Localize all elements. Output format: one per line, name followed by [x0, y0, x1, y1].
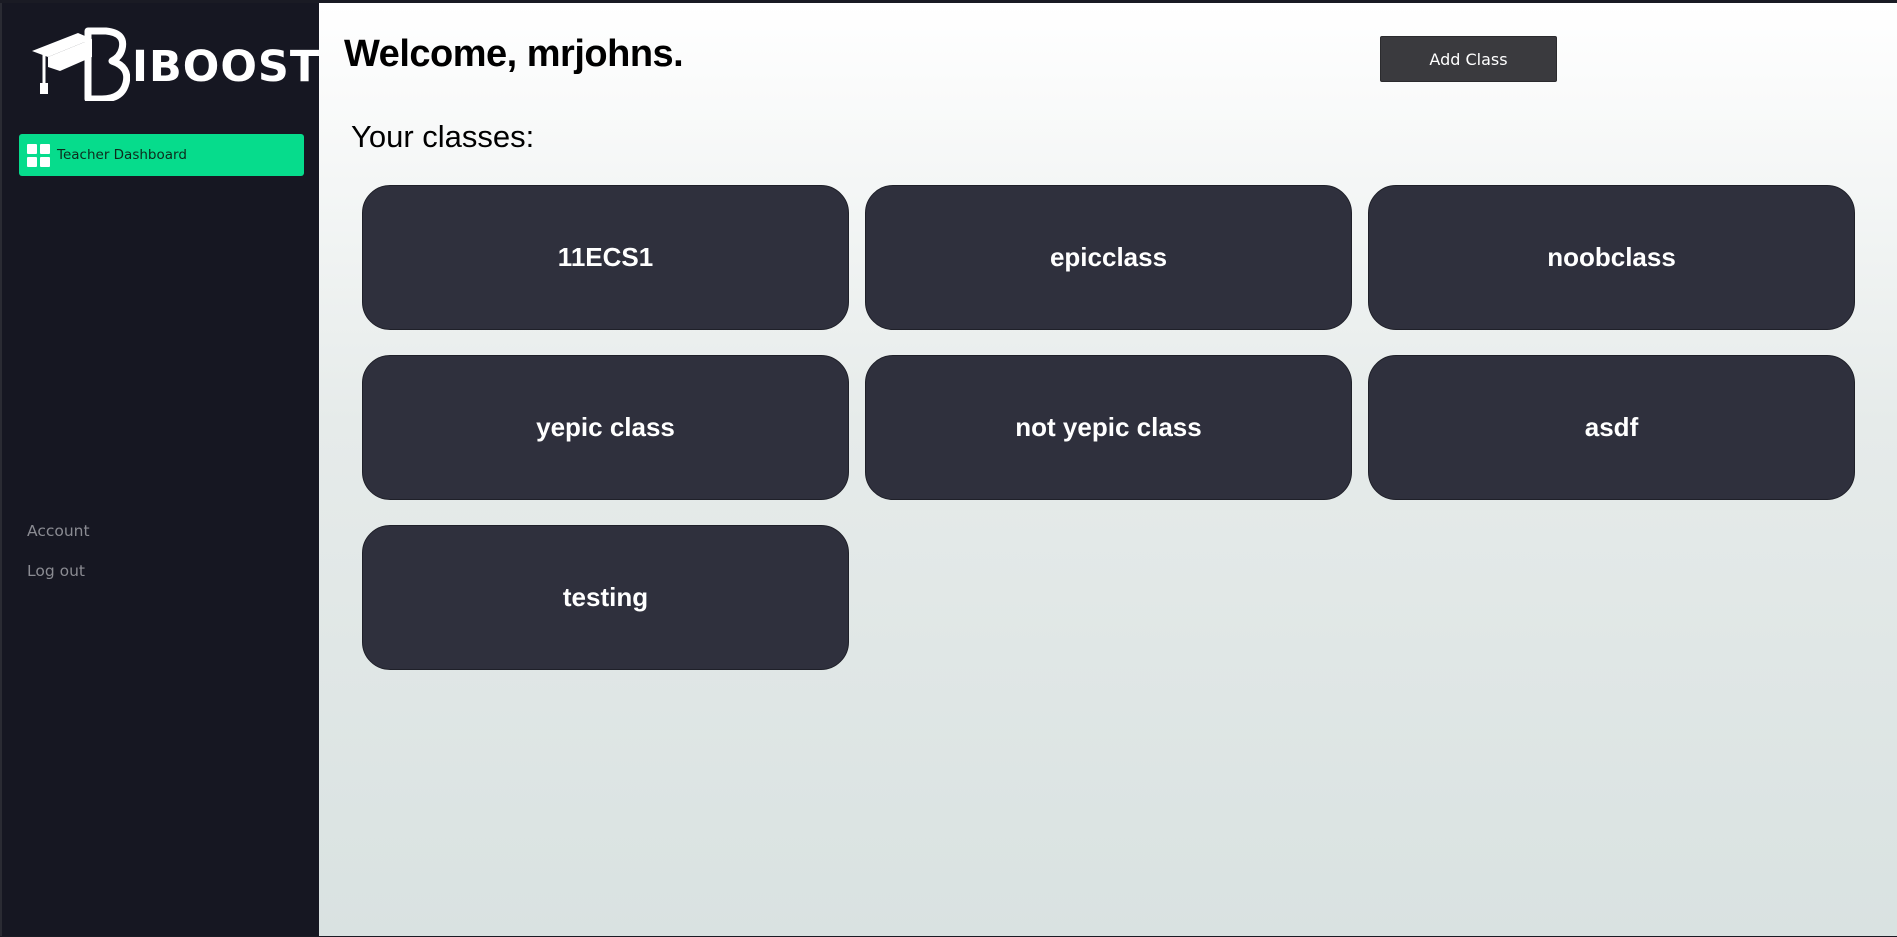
account-link[interactable]: Account — [27, 522, 90, 540]
sidebar-item-teacher-dashboard[interactable]: Teacher Dashboard — [19, 134, 304, 176]
graduation-cap-b-icon — [32, 27, 130, 101]
class-card[interactable]: asdf — [1368, 355, 1855, 500]
sidebar-item-label: Teacher Dashboard — [57, 147, 187, 163]
welcome-suffix: . — [673, 33, 684, 75]
app-window: IBOOST Teacher Dashboard Account Log out… — [0, 3, 1897, 936]
welcome-prefix: Welcome, — [344, 33, 527, 75]
grid-icon — [27, 143, 50, 167]
brand-name: IBOOST — [132, 41, 321, 92]
class-grid: 11ECS1 epicclass noobclass yepic class n… — [362, 185, 1855, 670]
add-class-button[interactable]: Add Class — [1380, 36, 1557, 82]
section-title: Your classes: — [351, 119, 535, 154]
main-content: Welcome, mrjohns. Add Class Your classes… — [319, 3, 1897, 936]
class-card[interactable]: noobclass — [1368, 185, 1855, 330]
class-card[interactable]: epicclass — [865, 185, 1352, 330]
class-card[interactable]: 11ECS1 — [362, 185, 849, 330]
logout-link[interactable]: Log out — [27, 562, 85, 580]
sidebar: IBOOST Teacher Dashboard Account Log out — [2, 3, 319, 936]
class-card[interactable]: yepic class — [362, 355, 849, 500]
username: mrjohns — [526, 33, 674, 75]
class-card[interactable]: testing — [362, 525, 849, 670]
brand-logo[interactable]: IBOOST — [30, 27, 320, 101]
page-title: Welcome, mrjohns. — [344, 33, 684, 76]
class-card[interactable]: not yepic class — [865, 355, 1352, 500]
